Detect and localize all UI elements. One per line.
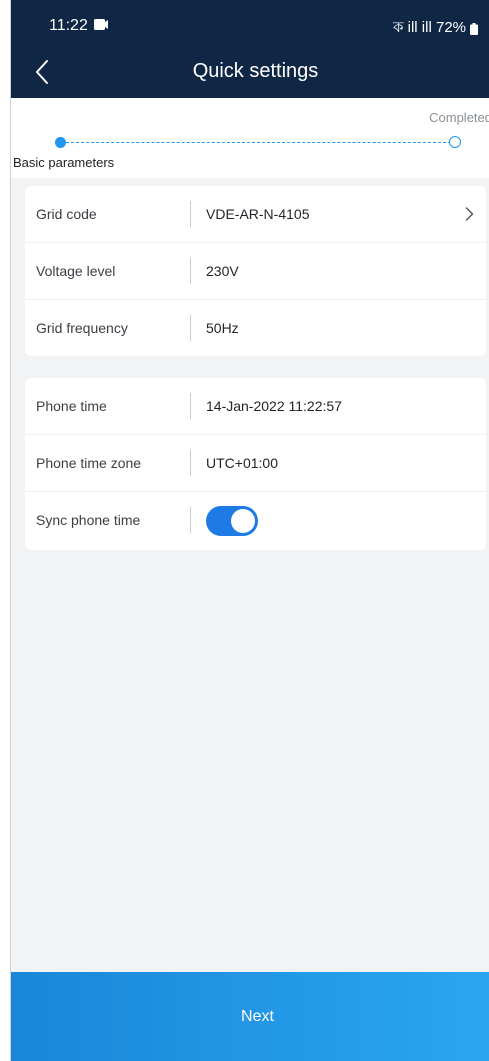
next-button[interactable]: Next — [11, 972, 489, 1061]
phone-time-value: 14-Jan-2022 11:22:57 — [206, 398, 342, 414]
sync-phone-time-label: Sync phone time — [36, 512, 141, 528]
voltage-level-value: 230V — [206, 263, 239, 279]
row-divider — [190, 450, 191, 476]
phone-screen: 11:22 ক ill ill 72% Quick settings Compl… — [10, 0, 489, 1061]
grid-code-value: VDE-AR-N-4105 — [206, 206, 310, 222]
app-header: 11:22 ক ill ill 72% Quick settings — [11, 0, 489, 98]
sync-phone-time-row: Sync phone time — [25, 492, 486, 549]
progress-stepper: Completed Basic parameters — [11, 98, 489, 178]
row-divider — [190, 201, 191, 227]
toggle-knob — [231, 509, 255, 533]
grid-settings-card: Grid code VDE-AR-N-4105 Voltage level 23… — [25, 186, 486, 356]
phone-time-zone-label: Phone time zone — [36, 455, 142, 471]
step-completed-label: Completed — [429, 110, 489, 125]
phone-time-zone-row: Phone time zone UTC+01:00 — [25, 435, 486, 492]
row-divider — [190, 507, 191, 533]
phone-time-label: Phone time — [36, 398, 107, 414]
row-divider — [190, 315, 191, 341]
battery-icon — [470, 22, 478, 35]
chevron-right-icon[interactable] — [465, 206, 474, 222]
grid-frequency-row[interactable]: Grid frequency 50Hz — [25, 300, 486, 357]
status-bar: 11:22 ক ill ill 72% — [11, 0, 489, 50]
page-title: Quick settings — [192, 60, 319, 82]
voltage-level-row[interactable]: Voltage level 230V — [25, 243, 486, 300]
grid-frequency-label: Grid frequency — [36, 320, 128, 336]
row-divider — [190, 393, 191, 419]
step-dot-current — [55, 137, 66, 148]
voltage-level-label: Voltage level — [36, 263, 116, 279]
phone-time-zone-value: UTC+01:00 — [206, 455, 278, 471]
signal-text: ক ill ill 72% — [392, 19, 466, 36]
step-dot-completed — [449, 136, 461, 148]
title-bar: Quick settings — [11, 50, 489, 98]
grid-code-label: Grid code — [36, 206, 97, 222]
cast-icon — [94, 19, 108, 30]
status-time: 11:22 — [49, 17, 88, 34]
step-progress-line — [61, 142, 451, 143]
row-divider — [190, 258, 191, 284]
step-current-label: Basic parameters — [13, 155, 115, 170]
time-settings-card: Phone time 14-Jan-2022 11:22:57 Phone ti… — [25, 378, 486, 550]
phone-time-row: Phone time 14-Jan-2022 11:22:57 — [25, 378, 486, 435]
grid-code-row[interactable]: Grid code VDE-AR-N-4105 — [25, 186, 486, 243]
status-indicators: ক ill ill 72% — [393, 16, 478, 41]
sync-phone-time-toggle[interactable] — [206, 506, 258, 536]
grid-frequency-value: 50Hz — [206, 320, 239, 336]
